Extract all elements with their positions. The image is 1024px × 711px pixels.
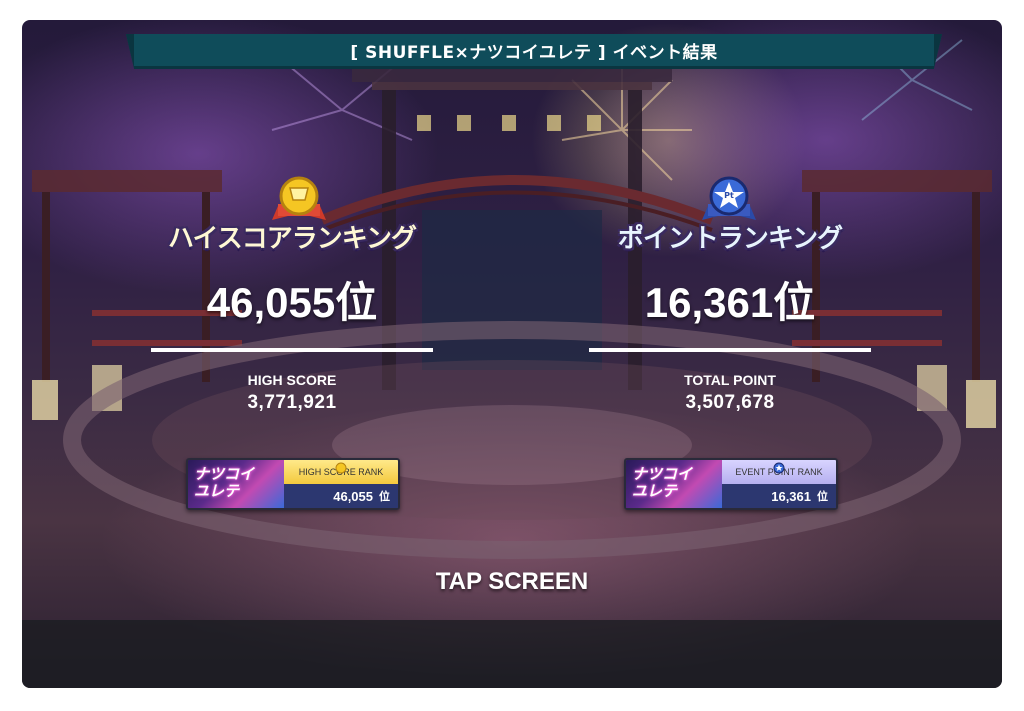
point-ranking-label: ポイントランキング [617, 224, 843, 254]
highscore-ranking-label: ハイスコアランキング [168, 224, 417, 254]
event-point-rank-card-value: 16,361 [771, 488, 811, 504]
rank-unit: 位 [817, 491, 828, 503]
total-point-value: 3,507,678 [685, 392, 775, 413]
event-point-rank-card: ナツコイ ユレテ EVENT POINT RANK 16,361 位 [624, 458, 838, 510]
svg-text:Pt: Pt [724, 191, 734, 200]
highscore-rank-card-value: 46,055 [333, 488, 373, 504]
point-ranking-block: ポイントランキング 16,361位 TOTAL POINT 3,507,678 [580, 218, 880, 414]
highscore-rank-card: ナツコイ ユレテ HIGH SCORE RANK 46,055 位 [186, 458, 400, 510]
high-score-value: 3,771,921 [247, 392, 337, 413]
point-rank-value: 16,361位 [644, 279, 816, 326]
event-result-title: [ SHUFFLE×ナツコイユレテ ] イベント結果 [126, 34, 942, 69]
event-thumbnail: ナツコイ ユレテ [188, 460, 284, 508]
event-thumbnail-text: ナツコイ ユレテ [632, 465, 693, 500]
highscore-ranking-block: ハイスコアランキング 46,055位 HIGH SCORE 3,771,921 [142, 218, 442, 414]
rank-unit: 位 [379, 491, 390, 503]
divider [151, 348, 433, 352]
event-result-title-text: [ SHUFFLE×ナツコイユレテ ] イベント結果 [350, 42, 718, 63]
gold-medal-icon [335, 462, 347, 474]
total-point-label: TOTAL POINT [684, 372, 776, 388]
high-score-label: HIGH SCORE [247, 372, 337, 388]
pt-star-medal-icon [773, 462, 785, 474]
event-thumbnail-text: ナツコイ ユレテ [194, 465, 255, 500]
divider [589, 348, 871, 352]
highscore-rank-value: 46,055位 [206, 279, 378, 326]
tap-screen-prompt[interactable]: TAP SCREEN [22, 568, 1002, 596]
event-thumbnail: ナツコイ ユレテ [626, 460, 722, 508]
result-screen[interactable]: [ SHUFFLE×ナツコイユレテ ] イベント結果 Pt ハイスコアランキング… [22, 20, 1002, 688]
